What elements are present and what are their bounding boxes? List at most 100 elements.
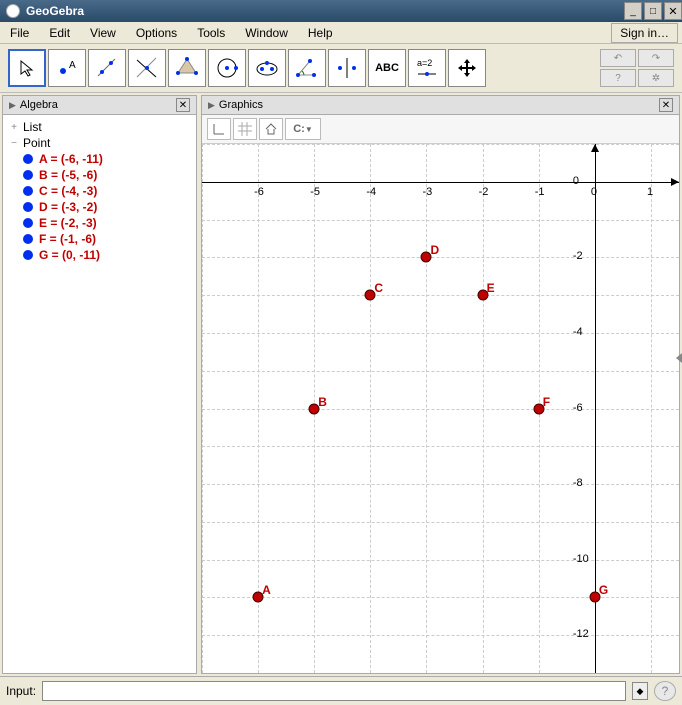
tool-point[interactable]: A — [48, 49, 86, 87]
point-icon: A — [56, 57, 78, 79]
graphics-panel-title: Graphics — [219, 99, 263, 111]
point-definition: A = (-6, -11) — [39, 152, 103, 166]
point-visibility-icon[interactable] — [23, 154, 33, 164]
reflect-icon — [334, 55, 360, 81]
y-tick-label: -4 — [573, 326, 583, 338]
panel-expand-icon: ▶ — [208, 100, 215, 111]
y-tick-label: -12 — [573, 628, 589, 640]
help-small-button[interactable]: ? — [600, 69, 636, 87]
point-visibility-icon[interactable] — [23, 186, 33, 196]
title-bar: GeoGebra _ □ ✕ — [0, 0, 682, 22]
graphics-panel-header[interactable]: ▶ Graphics ✕ — [202, 96, 679, 115]
tool-move-view[interactable] — [448, 49, 486, 87]
graphics-home-button[interactable] — [259, 118, 283, 140]
window-maximize-button[interactable]: □ — [644, 2, 662, 20]
tool-angle[interactable] — [288, 49, 326, 87]
plot-point-label: F — [543, 395, 550, 409]
sign-in-button[interactable]: Sign in… — [611, 23, 678, 43]
algebra-point-B[interactable]: B = (-5, -6) — [17, 167, 196, 183]
menu-edit[interactable]: Edit — [39, 23, 80, 43]
main-area: ▶ Algebra ✕ + List − Point A = (-6, -11)… — [0, 93, 682, 676]
y-tick-label: -10 — [573, 553, 589, 565]
redo-button[interactable]: ↷ — [638, 49, 674, 67]
tool-ellipse[interactable] — [248, 49, 286, 87]
algebra-point-G[interactable]: G = (0, -11) — [17, 247, 196, 263]
point-visibility-icon[interactable] — [23, 170, 33, 180]
algebra-point-A[interactable]: A = (-6, -11) — [17, 151, 196, 167]
tool-perpendicular[interactable] — [128, 49, 166, 87]
graphics-panel: ▶ Graphics ✕ C:▼ -6-5-4-3-2-1010-2-4-6-8… — [201, 95, 680, 674]
point-definition: D = (-3, -2) — [39, 200, 97, 214]
point-visibility-icon[interactable] — [23, 250, 33, 260]
input-history-button[interactable]: ◆ — [632, 682, 648, 700]
graphics-axes-button[interactable] — [207, 118, 231, 140]
graphics-snap-button[interactable]: C:▼ — [285, 118, 321, 140]
algebra-tree: + List − Point A = (-6, -11) B = (-5, -6)… — [3, 115, 196, 267]
collapse-icon: − — [9, 138, 19, 148]
menu-bar: File Edit View Options Tools Window Help… — [0, 22, 682, 44]
menu-file[interactable]: File — [0, 23, 39, 43]
algebra-point-E[interactable]: E = (-2, -3) — [17, 215, 196, 231]
toolbar: A ABC a=2 ↶ ↷ ? ✲ — [0, 44, 682, 93]
plot-point-label: E — [487, 281, 495, 295]
input-label: Input: — [6, 684, 36, 698]
algebra-point-C[interactable]: C = (-4, -3) — [17, 183, 196, 199]
panel-expand-icon: ▶ — [9, 100, 16, 111]
tool-slider[interactable]: a=2 — [408, 49, 446, 87]
algebra-panel-title: Algebra — [20, 99, 58, 111]
point-visibility-icon[interactable] — [23, 218, 33, 228]
x-tick-label: -5 — [310, 186, 320, 198]
tool-circle[interactable] — [208, 49, 246, 87]
menu-view[interactable]: View — [80, 23, 126, 43]
perp-icon — [134, 55, 160, 81]
x-tick-label: -4 — [366, 186, 376, 198]
y-tick-label: -6 — [573, 402, 583, 414]
ellipse-icon — [254, 55, 280, 81]
graphics-panel-close-button[interactable]: ✕ — [659, 98, 673, 112]
menu-help[interactable]: Help — [298, 23, 343, 43]
algebra-point-D[interactable]: D = (-3, -2) — [17, 199, 196, 215]
x-tick-label: -1 — [535, 186, 545, 198]
undo-button[interactable]: ↶ — [600, 49, 636, 67]
point-definition: F = (-1, -6) — [39, 232, 96, 246]
point-visibility-icon[interactable] — [23, 234, 33, 244]
graphics-canvas[interactable]: -6-5-4-3-2-1010-2-4-6-8-10-12ABCDEFG — [202, 144, 679, 673]
plot-point-label: B — [318, 395, 327, 409]
app-icon — [6, 4, 20, 18]
algebra-panel-close-button[interactable]: ✕ — [176, 98, 190, 112]
window-minimize-button[interactable]: _ — [624, 2, 642, 20]
side-expand-icon[interactable] — [676, 353, 682, 363]
x-tick-label: -6 — [254, 186, 264, 198]
window-close-button[interactable]: ✕ — [664, 2, 682, 20]
input-field[interactable] — [42, 681, 626, 701]
slider-icon: a=2 — [413, 55, 441, 81]
plot-point-label: G — [599, 583, 608, 597]
tool-reflect[interactable] — [328, 49, 366, 87]
algebra-panel-header[interactable]: ▶ Algebra ✕ — [3, 96, 196, 115]
svg-text:A: A — [69, 60, 76, 71]
algebra-point-F[interactable]: F = (-1, -6) — [17, 231, 196, 247]
graphics-grid-button[interactable] — [233, 118, 257, 140]
tool-text[interactable]: ABC — [368, 49, 406, 87]
point-visibility-icon[interactable] — [23, 202, 33, 212]
app-title: GeoGebra — [26, 4, 84, 18]
cursor-icon — [18, 59, 36, 77]
point-definition: B = (-5, -6) — [39, 168, 97, 182]
tree-category-list[interactable]: + List — [3, 119, 196, 135]
graphics-toolbar: C:▼ — [202, 115, 679, 144]
settings-small-button[interactable]: ✲ — [638, 69, 674, 87]
menu-tools[interactable]: Tools — [187, 23, 235, 43]
move-view-icon — [456, 57, 478, 79]
plot-point-label: A — [262, 583, 271, 597]
point-definition: G = (0, -11) — [39, 248, 100, 262]
plot-point-label: C — [374, 281, 383, 295]
tool-move[interactable] — [8, 49, 46, 87]
tool-line[interactable] — [88, 49, 126, 87]
x-tick-label: 0 — [591, 186, 597, 198]
input-help-button[interactable]: ? — [654, 681, 676, 701]
tree-category-point[interactable]: − Point — [3, 135, 196, 151]
point-definition: C = (-4, -3) — [39, 184, 97, 198]
menu-window[interactable]: Window — [235, 23, 298, 43]
tool-polygon[interactable] — [168, 49, 206, 87]
menu-options[interactable]: Options — [126, 23, 187, 43]
